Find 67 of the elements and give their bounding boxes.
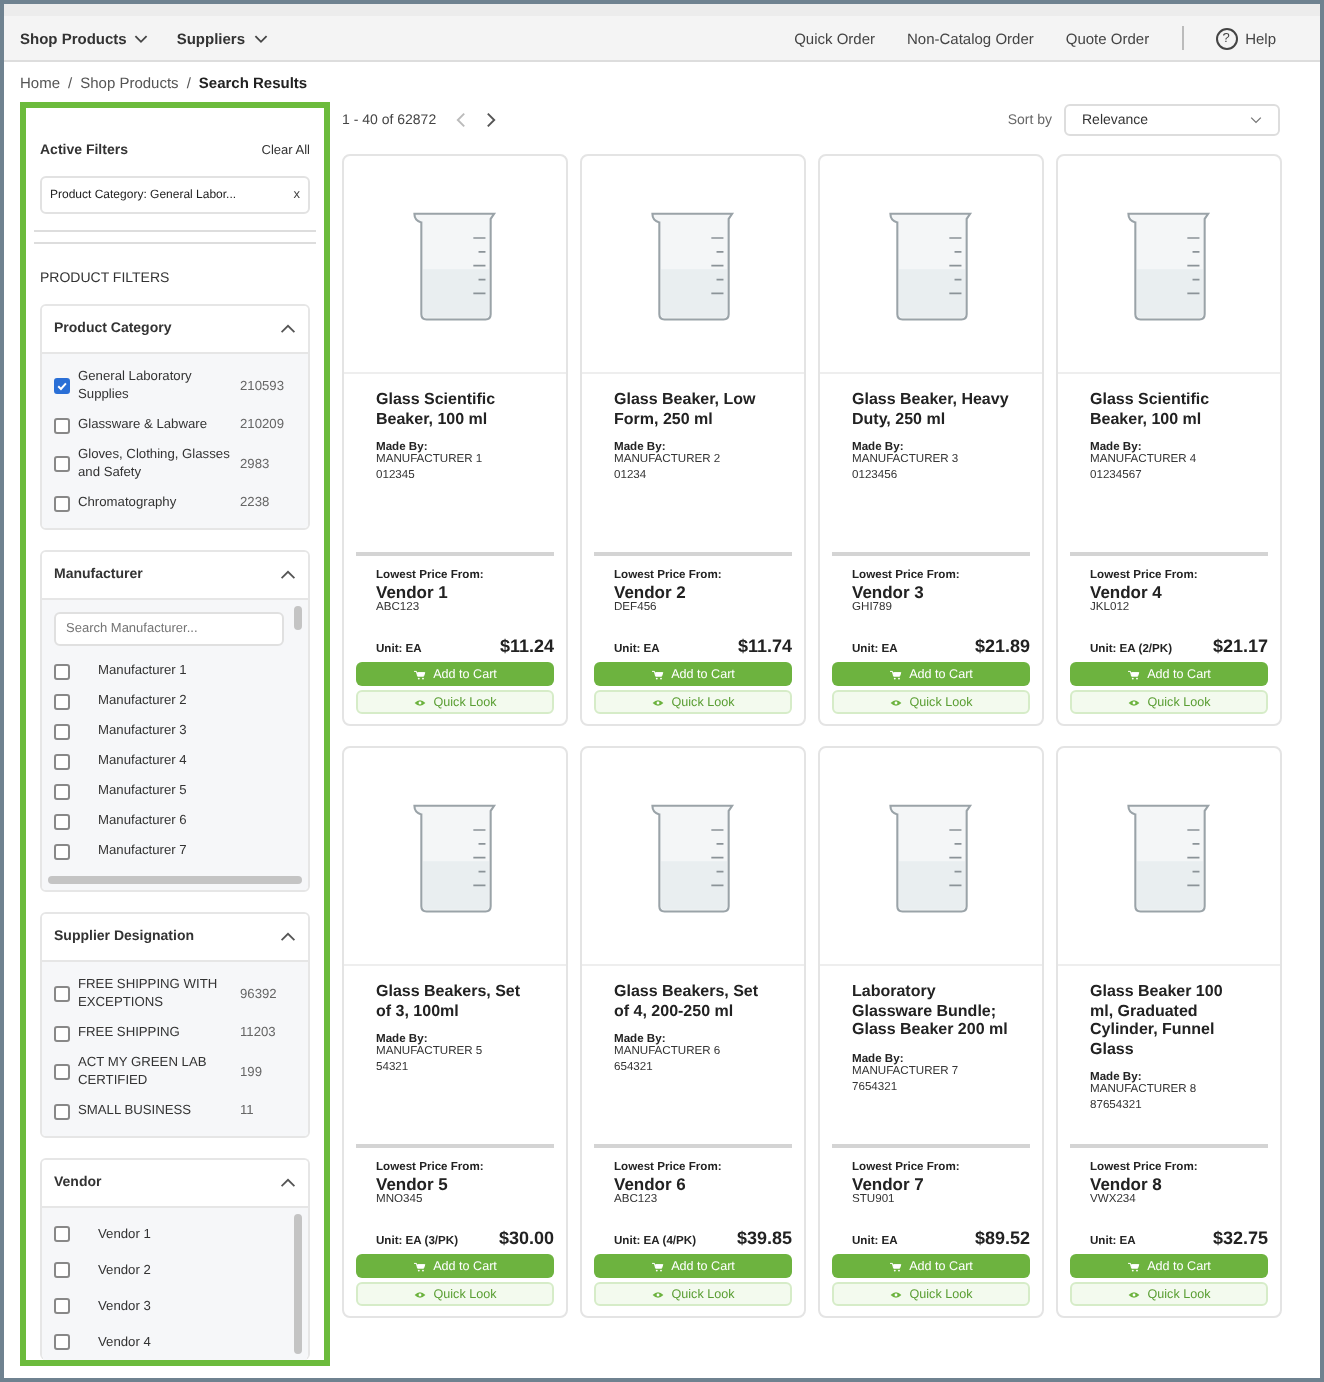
product-name[interactable]: Glass Beaker 100 ml, Graduated Cylinder, Funnel Glass — [1070, 982, 1268, 1059]
eye-icon — [651, 1289, 664, 1299]
vendor-name: Vendor 1 — [374, 582, 450, 603]
checkbox[interactable] — [54, 753, 70, 770]
cart-icon — [413, 1261, 426, 1271]
vendor-name: Vendor 7 — [850, 1174, 926, 1195]
eye-icon — [889, 697, 902, 707]
price: $21.17 — [1212, 636, 1268, 656]
previous-page-icon[interactable] — [456, 112, 467, 128]
checkbox[interactable] — [54, 1025, 70, 1042]
cart-icon — [651, 1261, 664, 1271]
eye-icon — [1127, 1289, 1140, 1299]
scrollbar[interactable] — [294, 606, 302, 631]
price: $11.24 — [499, 636, 554, 656]
vendor-name: Vendor 6 — [612, 1174, 688, 1195]
price: $11.74 — [737, 636, 792, 656]
scrollbar[interactable] — [294, 1214, 302, 1355]
eye-icon — [413, 697, 426, 707]
chevron-down-icon — [134, 33, 149, 43]
chevron-down-icon — [1250, 116, 1262, 124]
checkbox[interactable] — [54, 417, 70, 434]
product-name[interactable]: Glass Beaker, Heavy Duty, 250 ml — [832, 390, 1030, 429]
chevron-down-icon — [253, 33, 268, 43]
product-name[interactable]: Laboratory Glassware Bundle; Glass Beaker 200 ml — [832, 982, 1030, 1040]
price: $89.52 — [974, 1228, 1030, 1248]
checkbox[interactable] — [54, 1334, 70, 1351]
vendor-name: Vendor 8 — [1088, 1174, 1164, 1195]
product-name[interactable]: Glass Scientific Beaker, 100 ml — [1070, 390, 1268, 429]
eye-icon — [413, 1289, 426, 1299]
scrollbar[interactable] — [48, 876, 302, 885]
checkbox[interactable] — [54, 378, 70, 395]
checkbox[interactable] — [54, 495, 70, 512]
price: $30.00 — [498, 1228, 554, 1248]
vendor-name: Vendor 5 — [374, 1174, 450, 1195]
checkbox[interactable] — [54, 693, 70, 710]
vendor-name: Vendor 2 — [612, 582, 688, 603]
cart-icon — [889, 669, 902, 679]
checkbox[interactable] — [54, 1064, 70, 1081]
product-name[interactable]: Glass Beaker, Low Form, 250 ml — [594, 390, 792, 429]
checkbox[interactable] — [54, 783, 70, 800]
checkbox[interactable] — [54, 456, 70, 473]
eye-icon — [651, 697, 664, 707]
checkbox[interactable] — [54, 843, 70, 860]
checkbox[interactable] — [54, 1103, 70, 1120]
next-page-icon[interactable] — [486, 112, 497, 128]
product-name[interactable]: Glass Beakers, Set of 3, 100ml — [356, 982, 554, 1021]
checkbox[interactable] — [54, 1262, 70, 1279]
cart-icon — [1127, 1261, 1140, 1271]
product-name[interactable]: Glass Scientific Beaker, 100 ml — [356, 390, 554, 429]
checkbox[interactable] — [54, 723, 70, 740]
checkbox[interactable] — [54, 1298, 70, 1315]
eye-icon — [1127, 697, 1140, 707]
cart-icon — [889, 1261, 902, 1271]
checkbox[interactable] — [54, 813, 70, 830]
cart-icon — [413, 669, 426, 679]
price: $32.75 — [1212, 1228, 1268, 1248]
cart-icon — [651, 669, 664, 679]
checkbox[interactable] — [54, 663, 70, 680]
vendor-name: Vendor 3 — [850, 582, 926, 603]
checkbox[interactable] — [54, 986, 70, 1003]
price: $39.85 — [736, 1228, 792, 1248]
checkbox[interactable] — [54, 1226, 70, 1243]
product-name[interactable]: Glass Beakers, Set of 4, 200-250 ml — [594, 982, 792, 1021]
vendor-name: Vendor 4 — [1088, 582, 1164, 603]
cart-icon — [1127, 669, 1140, 679]
price: $21.89 — [974, 636, 1030, 656]
eye-icon — [889, 1289, 902, 1299]
